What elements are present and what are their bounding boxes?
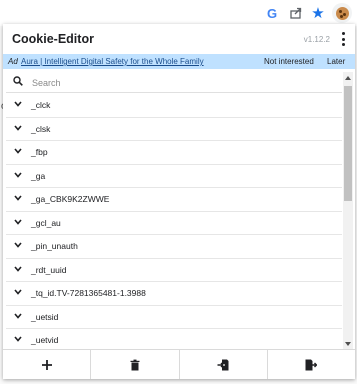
- export-button[interactable]: [268, 350, 355, 379]
- cookie-row[interactable]: _fbp: [6, 141, 342, 165]
- chevron-down-icon[interactable]: [14, 218, 22, 225]
- app-title: Cookie-Editor: [12, 32, 94, 46]
- cookie-name: _gcl_au: [31, 217, 61, 228]
- search-bar: [6, 72, 342, 93]
- scrollbar[interactable]: [343, 72, 353, 350]
- cookie-row[interactable]: _pin_unauth: [6, 235, 342, 259]
- chevron-down-icon[interactable]: [14, 195, 22, 201]
- search-input[interactable]: [30, 73, 334, 92]
- version-label: v1.12.2: [303, 35, 330, 44]
- cookie-row[interactable]: _ga_CBK9K2ZWWE: [6, 188, 342, 212]
- delete-all-button[interactable]: [91, 350, 180, 379]
- search-icon: [13, 76, 23, 86]
- import-button[interactable]: [180, 350, 268, 379]
- not-interested-button[interactable]: Not interested: [264, 54, 314, 69]
- cookie-name: _clck: [31, 100, 51, 110]
- ad-label: Ad: [8, 57, 18, 66]
- cookie-name: _tq_id.TV-7281365481-1.3988: [31, 288, 146, 298]
- cookie-row[interactable]: _uetvid: [6, 329, 342, 346]
- cookie-list: _clck _clsk _fbp _ga _ga_CBK9K2ZWWE _gcl_au _p…: [6, 94, 342, 346]
- browser-toolbar: G ★: [0, 0, 357, 27]
- chevron-down-icon[interactable]: [14, 101, 22, 107]
- cookie-name: _pin_unauth: [31, 241, 78, 251]
- chevron-down-icon[interactable]: [14, 148, 22, 154]
- import-icon: [217, 359, 229, 371]
- cookie-row[interactable]: _gcl_au: [6, 212, 342, 235]
- scroll-up-arrow[interactable]: [345, 76, 351, 80]
- cookie-editor-popup: Cookie-Editor v1.12.2 Ad Aura | Intellig…: [3, 24, 355, 379]
- cookie-row[interactable]: _clck: [6, 94, 342, 118]
- cookie-name: _clsk: [31, 123, 51, 134]
- share-icon[interactable]: [288, 5, 304, 21]
- menu-icon[interactable]: [340, 31, 346, 47]
- chevron-down-icon[interactable]: [14, 312, 22, 319]
- scroll-down-arrow[interactable]: [345, 342, 351, 346]
- cookie-name: _ga: [31, 170, 46, 181]
- chevron-down-icon[interactable]: [14, 171, 22, 178]
- cookie-name: _ga_CBK9K2ZWWE: [31, 194, 110, 204]
- later-button[interactable]: Later: [327, 54, 345, 69]
- star-icon[interactable]: ★: [310, 5, 326, 22]
- action-bar: [3, 349, 355, 379]
- cookie-row[interactable]: _clsk: [6, 118, 342, 141]
- cookie-name: _rdt_uuid: [31, 264, 67, 275]
- cookie-name: _fbp: [31, 147, 48, 157]
- ad-link[interactable]: Aura | Intelligent Digital Safety for th…: [21, 54, 204, 69]
- cookie-extension-icon[interactable]: [332, 3, 352, 23]
- cookie-name: _uetsid: [31, 311, 59, 322]
- chevron-down-icon[interactable]: [14, 336, 22, 342]
- google-icon[interactable]: G: [264, 5, 280, 21]
- add-button[interactable]: [3, 350, 92, 379]
- add-icon: [41, 360, 52, 370]
- cookie-row[interactable]: _tq_id.TV-7281365481-1.3988: [6, 282, 342, 306]
- popup-header: Cookie-Editor v1.12.2: [3, 24, 355, 54]
- ad-banner: Ad Aura | Intelligent Digital Safety for…: [3, 54, 355, 69]
- scroll-thumb[interactable]: [344, 86, 352, 201]
- cookie-row[interactable]: _uetsid: [6, 306, 342, 329]
- export-icon: [305, 359, 318, 371]
- chevron-down-icon[interactable]: [14, 242, 22, 248]
- cookie-row[interactable]: _rdt_uuid: [6, 259, 342, 282]
- cookie-name: _uetvid: [31, 335, 59, 345]
- cookie-row[interactable]: _ga: [6, 165, 342, 188]
- chevron-down-icon[interactable]: [14, 265, 22, 272]
- delete-icon: [130, 359, 140, 371]
- chevron-down-icon[interactable]: [14, 124, 22, 131]
- chevron-down-icon[interactable]: [14, 289, 22, 295]
